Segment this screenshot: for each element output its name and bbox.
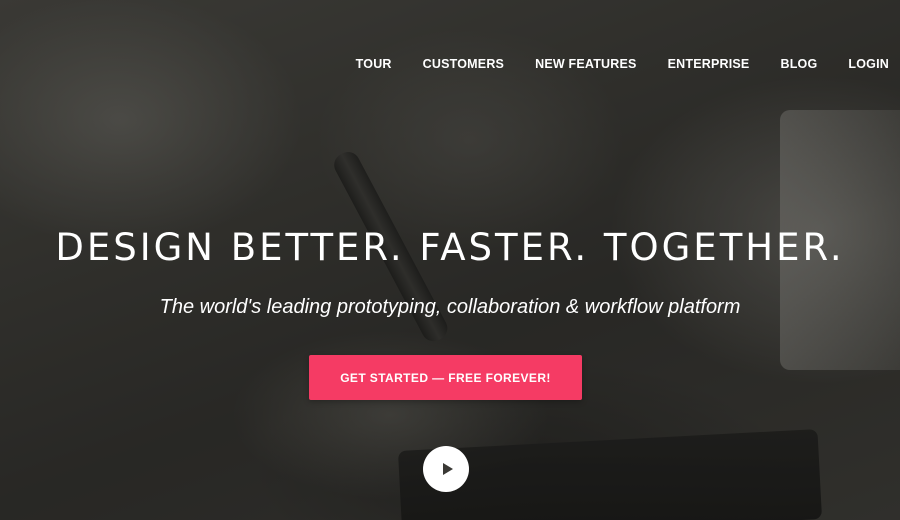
nav-customers[interactable]: CUSTOMERS xyxy=(423,57,504,71)
nav-blog[interactable]: BLOG xyxy=(780,57,817,71)
nav-tour[interactable]: TOUR xyxy=(356,57,392,71)
hero-section: TOUR CUSTOMERS NEW FEATURES ENTERPRISE B… xyxy=(0,0,900,520)
hero-subheadline: The world's leading prototyping, collabo… xyxy=(159,296,741,318)
play-video-button[interactable] xyxy=(423,446,469,492)
nav-login[interactable]: LOGIN xyxy=(848,57,889,71)
nav-new-features[interactable]: NEW FEATURES xyxy=(535,57,636,71)
get-started-button[interactable]: GET STARTED — FREE FOREVER! xyxy=(309,355,582,400)
play-icon xyxy=(442,463,453,475)
hero-headline: DESIGN BETTER. FASTER. TOGETHER. xyxy=(55,226,845,269)
top-navigation: TOUR CUSTOMERS NEW FEATURES ENTERPRISE B… xyxy=(325,57,889,71)
nav-enterprise[interactable]: ENTERPRISE xyxy=(668,57,750,71)
